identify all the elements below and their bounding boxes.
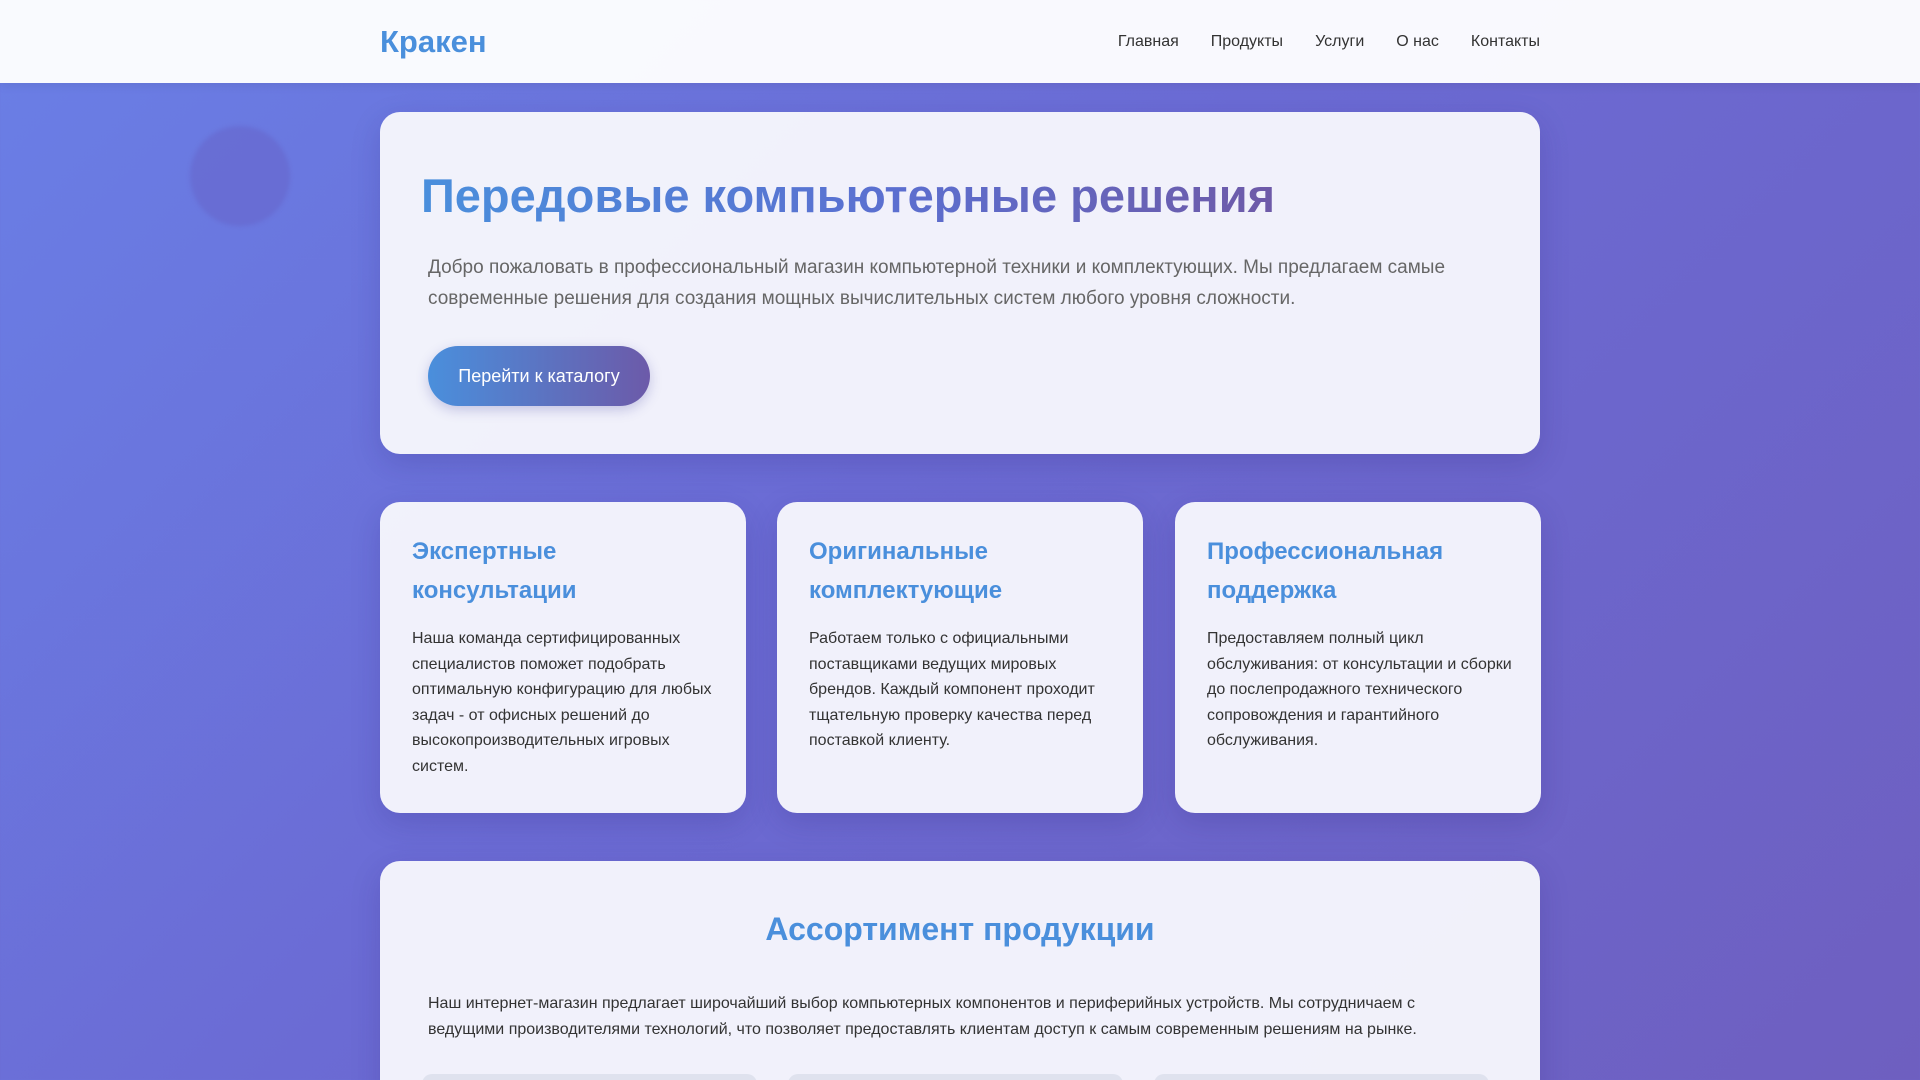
feature-title: Экспертные консультации bbox=[412, 538, 577, 604]
catalog-button[interactable]: Перейти к каталогу bbox=[428, 346, 650, 406]
feature-card-components: Оригинальные комплектующие Работаем толь… bbox=[777, 502, 1143, 813]
product-card-preview[interactable] bbox=[788, 1074, 1123, 1080]
feature-title: Оригинальные комплектующие bbox=[809, 538, 1003, 604]
hero-card: Передовые компьютерные решения Добро пож… bbox=[380, 112, 1540, 454]
assortment-description: Наш интернет-магазин предлагает широчайш… bbox=[428, 995, 1417, 1038]
assortment-card: Ассортимент продукции Наш интернет-магаз… bbox=[380, 861, 1540, 1080]
decorative-circle bbox=[190, 126, 290, 226]
navbar-container: Кракен Главная Продукты Услуги О нас Кон… bbox=[380, 0, 1540, 83]
hero-title: Передовые компьютерные решения bbox=[421, 169, 1276, 222]
feature-text: Предоставляем полный цикл обслуживания: … bbox=[1207, 630, 1512, 750]
nav-link-services[interactable]: Услуги bbox=[1315, 33, 1364, 51]
nav-link-about[interactable]: О нас bbox=[1396, 33, 1439, 51]
feature-card-support: Профессиональная поддержка Предоставляем… bbox=[1175, 502, 1541, 813]
nav-link-products[interactable]: Продукты bbox=[1211, 33, 1283, 51]
feature-card-consultations: Экспертные консультации Наша команда сер… bbox=[380, 502, 746, 813]
feature-title: Профессиональная поддержка bbox=[1207, 538, 1444, 604]
product-card-preview[interactable] bbox=[422, 1074, 757, 1080]
product-card-preview[interactable] bbox=[1154, 1074, 1489, 1080]
main-nav: Главная Продукты Услуги О нас Контакты bbox=[1118, 33, 1540, 51]
assortment-title: Ассортимент продукции bbox=[765, 911, 1155, 947]
top-navbar: Кракен Главная Продукты Услуги О нас Кон… bbox=[0, 0, 1920, 83]
site-logo[interactable]: Кракен bbox=[380, 24, 487, 60]
hero-description: Добро пожаловать в профессиональный мага… bbox=[428, 257, 1446, 309]
nav-link-home[interactable]: Главная bbox=[1118, 33, 1179, 51]
feature-text: Наша команда сертифицированных специалис… bbox=[412, 630, 712, 775]
feature-text: Работаем только с официальными поставщик… bbox=[809, 630, 1095, 750]
nav-link-contacts[interactable]: Контакты bbox=[1471, 33, 1540, 51]
